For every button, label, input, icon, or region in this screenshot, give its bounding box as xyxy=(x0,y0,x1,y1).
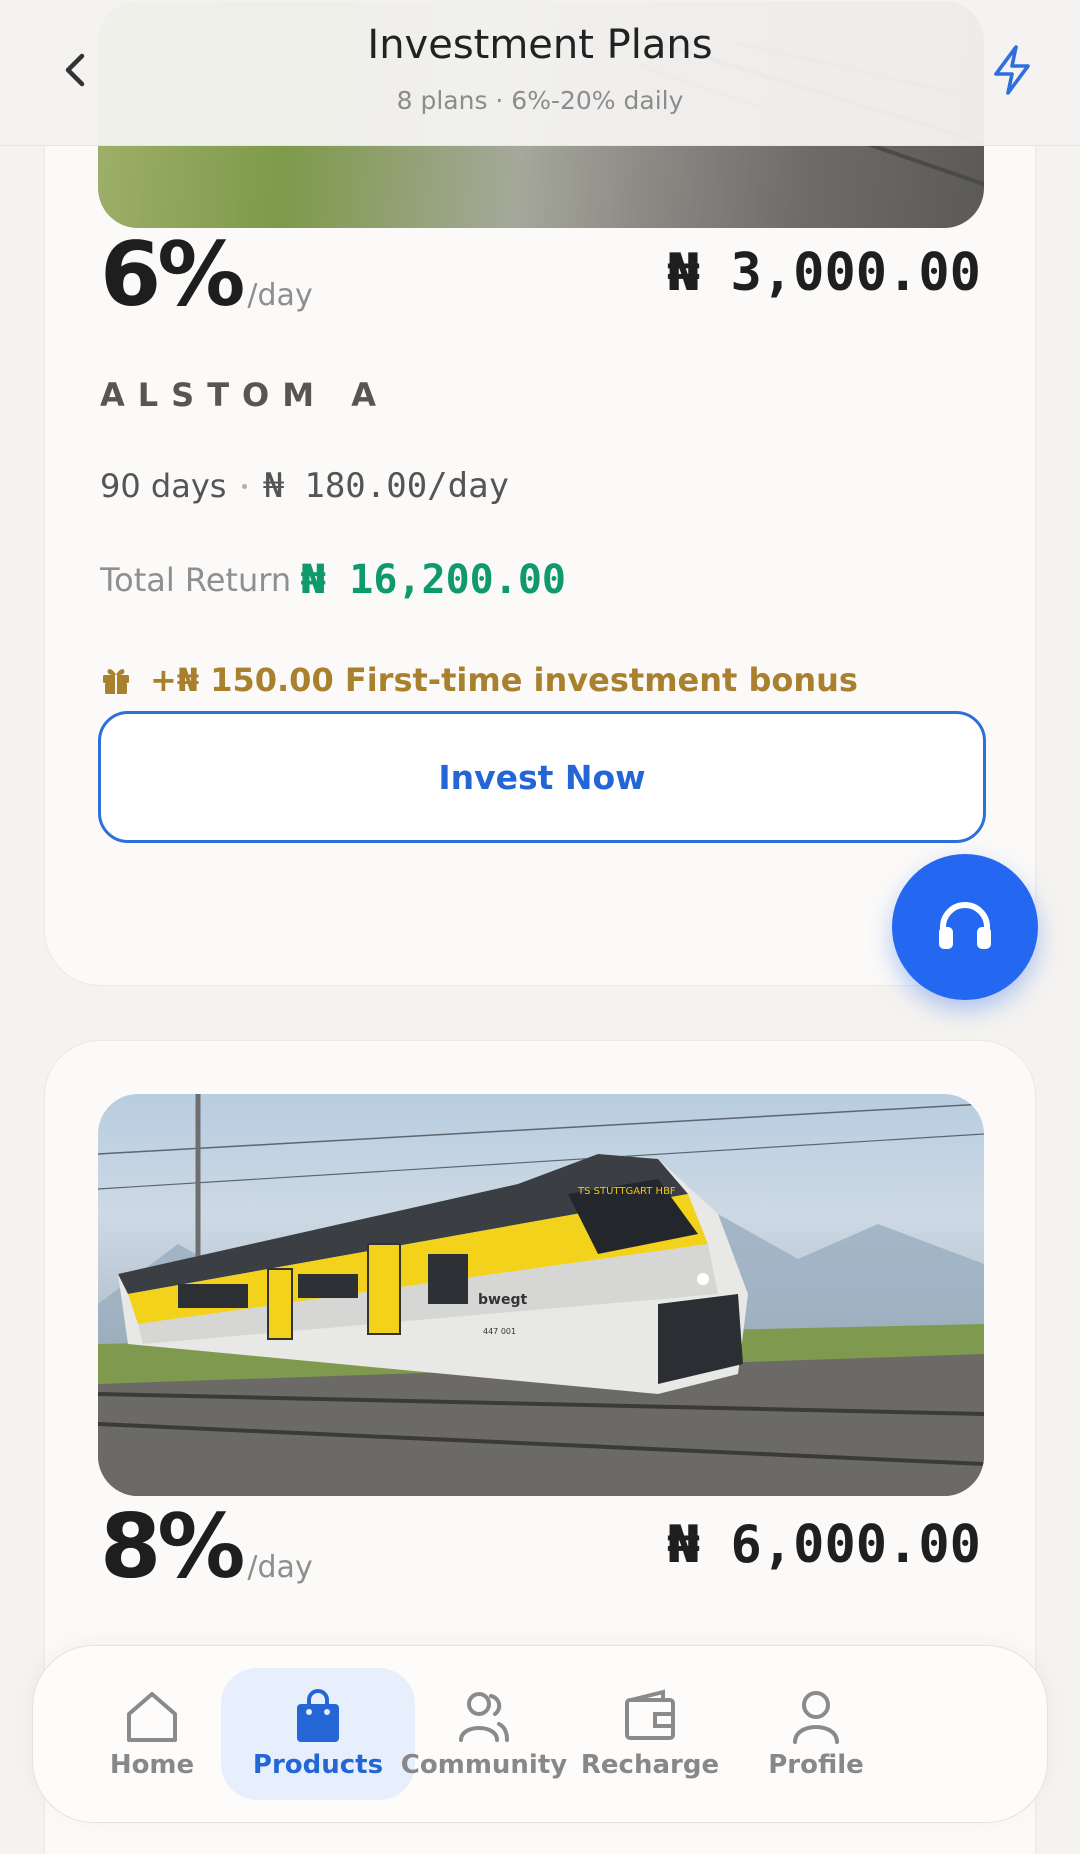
tab-profile[interactable]: Profile xyxy=(719,1668,913,1800)
plan-image: TS STUTTGART HBF bwegt 447 001 xyxy=(98,1094,984,1496)
wallet-icon xyxy=(625,1689,675,1740)
train-illustration: TS STUTTGART HBF bwegt 447 001 xyxy=(98,1094,984,1496)
plan-price: ₦ 3,000.00 xyxy=(667,243,981,303)
plan-duration: 90 days ₦ 180.00/day xyxy=(100,466,509,506)
page-title: Investment Plans xyxy=(367,22,713,68)
svg-text:447 001: 447 001 xyxy=(483,1327,516,1336)
customer-support-button[interactable] xyxy=(892,854,1038,1000)
bonus-text: +₦ 150.00 First-time investment bonus xyxy=(150,661,858,699)
svg-text:bwegt: bwegt xyxy=(478,1292,527,1308)
gift-icon xyxy=(103,669,129,694)
plan-price: ₦ 6,000.00 xyxy=(667,1515,981,1575)
headset-icon xyxy=(939,902,991,949)
quick-action-button[interactable] xyxy=(988,44,1036,96)
total-return-label: Total Return xyxy=(100,561,292,599)
plan-name: ALSTOM A xyxy=(100,376,389,414)
page-subtitle: 8 plans · 6%-20% daily xyxy=(396,86,684,115)
invest-now-button[interactable]: Invest Now xyxy=(98,711,986,843)
top-app-bar: Investment Plans 8 plans · 6%-20% daily xyxy=(0,0,1080,146)
svg-text:TS STUTTGART HBF: TS STUTTGART HBF xyxy=(577,1186,676,1197)
total-return-value: ₦ 16,200.00 xyxy=(301,557,566,603)
tab-products[interactable]: Products xyxy=(221,1668,415,1800)
lightning-icon xyxy=(994,45,1030,95)
profile-icon xyxy=(793,1691,839,1744)
home-icon xyxy=(127,1692,177,1742)
shopping-bag-icon xyxy=(297,1689,339,1742)
community-icon xyxy=(459,1692,509,1742)
tab-community[interactable]: Community xyxy=(387,1668,581,1800)
total-return: Total Return ₦ 16,200.00 xyxy=(100,557,566,603)
tab-recharge[interactable]: Recharge xyxy=(553,1668,747,1800)
tab-home[interactable]: Home xyxy=(55,1668,249,1800)
duration-days: 90 days xyxy=(100,467,227,505)
daily-rate: 6%/day xyxy=(100,223,313,326)
daily-rate: 8%/day xyxy=(100,1495,313,1598)
plan-card: 6%/day ₦ 3,000.00 ALSTOM A 90 days ₦ 180… xyxy=(44,0,1036,986)
daily-income: ₦ 180.00/day xyxy=(263,466,510,506)
bottom-navigation: Home Products Community Recharge Profile xyxy=(32,1645,1048,1823)
bonus-banner: +₦ 150.00 First-time investment bonus xyxy=(100,661,858,699)
